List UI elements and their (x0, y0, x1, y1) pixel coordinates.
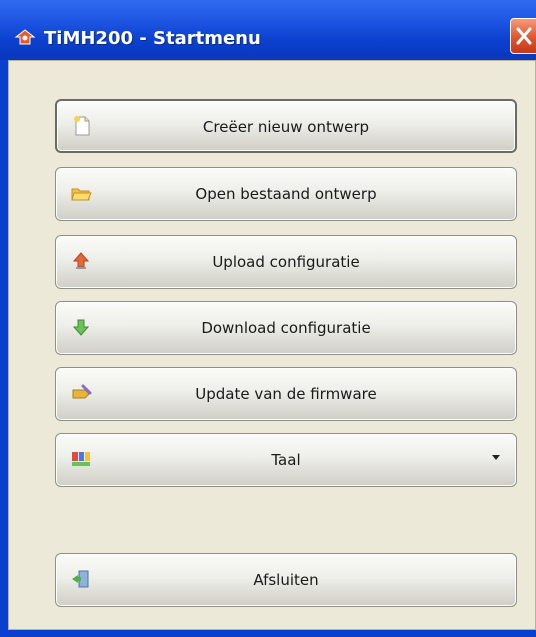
open-folder-icon (71, 188, 92, 201)
open-existing-design-button[interactable]: Open bestaand ontwerp (55, 167, 517, 221)
close-button[interactable] (510, 18, 536, 54)
exit-button[interactable]: Afsluiten (55, 553, 517, 607)
create-new-design-button[interactable]: Creëer nieuw ontwerp (55, 99, 517, 153)
title-bar[interactable]: TiMH200 - Startmenu (0, 0, 536, 60)
startmenu-window: TiMH200 - Startmenu Creëer nieuw ontwerp… (0, 0, 536, 637)
firmware-update-button[interactable]: Update van de firmware (55, 367, 517, 421)
firmware-update-icon (72, 384, 92, 399)
open-existing-design-label: Open bestaand ontwerp (195, 185, 377, 203)
chevron-down-icon (492, 455, 500, 460)
upload-icon (72, 252, 90, 269)
app-icon (14, 29, 36, 45)
window-title: TiMH200 - Startmenu (44, 28, 261, 49)
firmware-update-label: Update van de firmware (195, 385, 377, 403)
upload-configuration-button[interactable]: Upload configuratie (55, 235, 517, 289)
download-icon (72, 319, 90, 336)
download-configuration-button[interactable]: Download configuratie (55, 301, 517, 355)
language-dropdown-button[interactable]: Taal (55, 433, 517, 487)
upload-configuration-label: Upload configuratie (212, 253, 360, 271)
language-label: Taal (271, 451, 301, 469)
client-area: Creëer nieuw ontwerp Open bestaand ontwe… (8, 60, 536, 630)
new-document-icon (74, 116, 90, 136)
create-new-design-label: Creëer nieuw ontwerp (202, 118, 370, 136)
download-configuration-label: Download configuratie (201, 319, 371, 337)
language-flags-icon (72, 452, 90, 466)
close-icon (516, 27, 532, 45)
exit-label: Afsluiten (253, 571, 319, 589)
exit-door-icon (72, 570, 89, 588)
